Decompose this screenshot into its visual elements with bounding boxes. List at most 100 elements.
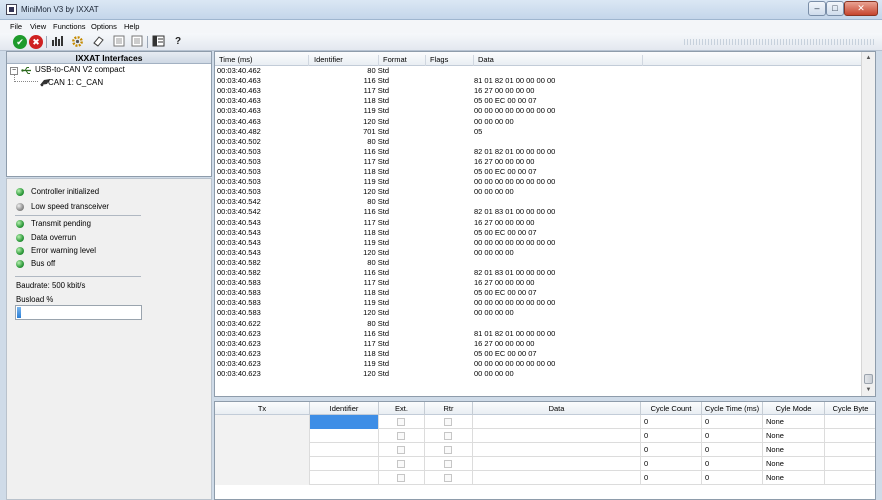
- bars-icon[interactable]: [50, 35, 64, 49]
- cell-tx[interactable]: [215, 429, 310, 443]
- cell-cycle-mode[interactable]: None: [763, 443, 825, 457]
- table-row[interactable]: 00:03:40.503 117 Std 16 27 00 00 00 00: [215, 157, 863, 167]
- table-row[interactable]: 00:03:40.583 120 Std 00 00 00 00: [215, 308, 863, 318]
- cell-tx-identifier[interactable]: [310, 443, 379, 457]
- col-cycle-count[interactable]: Cycle Count: [641, 402, 702, 415]
- scroll-up-icon[interactable]: ▲: [863, 53, 874, 64]
- table-row[interactable]: 00:03:40.542 116 Std 82 01 83 01 00 00 00 …: [215, 207, 863, 217]
- col-tx[interactable]: Tx: [215, 402, 310, 415]
- table-row[interactable]: 00:03:40.542 80 Std: [215, 197, 863, 207]
- col-identifier[interactable]: Identifier: [314, 55, 379, 66]
- cell-cycle-time[interactable]: 0: [702, 429, 763, 443]
- rtr-checkbox[interactable]: [444, 460, 452, 468]
- menu-options[interactable]: Options: [91, 22, 117, 31]
- rx-list-icon[interactable]: [130, 35, 144, 49]
- col-data[interactable]: Data: [478, 55, 643, 66]
- cell-cycle-time[interactable]: 0: [702, 457, 763, 471]
- table-row[interactable]: 0 0 None: [215, 471, 875, 485]
- tx-list-icon[interactable]: [112, 35, 126, 49]
- maximize-button[interactable]: □: [826, 1, 844, 16]
- table-row[interactable]: 00:03:40.583 118 Std 05 00 EC 00 00 07: [215, 288, 863, 298]
- cell-cycle-byte[interactable]: [825, 429, 875, 443]
- scroll-thumb[interactable]: [864, 374, 873, 384]
- menu-view[interactable]: View: [30, 22, 46, 31]
- table-row[interactable]: 00:03:40.543 119 Std 00 00 00 00 00 00 00 …: [215, 238, 863, 248]
- table-row[interactable]: 00:03:40.582 80 Std: [215, 258, 863, 268]
- cell-tx-identifier[interactable]: [310, 471, 379, 485]
- cell-tx-identifier[interactable]: [310, 429, 379, 443]
- menu-file[interactable]: File: [10, 22, 22, 31]
- table-row[interactable]: 00:03:40.503 119 Std 00 00 00 00 00 00 00 …: [215, 177, 863, 187]
- table-row[interactable]: 0 0 None: [215, 443, 875, 457]
- stop-icon[interactable]: ✖: [29, 35, 43, 49]
- table-row[interactable]: 00:03:40.503 120 Std 00 00 00 00: [215, 187, 863, 197]
- col-cycle-time[interactable]: Cycle Time (ms): [702, 402, 763, 415]
- col-cycle-byte[interactable]: Cycle Byte: [825, 402, 875, 415]
- cell-cycle-byte[interactable]: [825, 443, 875, 457]
- table-row[interactable]: 00:03:40.503 118 Std 05 00 EC 00 00 07: [215, 167, 863, 177]
- col-time[interactable]: Time (ms): [219, 55, 309, 66]
- col-cycle-mode[interactable]: Cyle Mode: [763, 402, 825, 415]
- table-row[interactable]: 00:03:40.623 118 Std 05 00 EC 00 00 07: [215, 349, 863, 359]
- table-row[interactable]: 00:03:40.623 116 Std 81 01 82 01 00 00 00 …: [215, 329, 863, 339]
- table-row[interactable]: 00:03:40.463 116 Std 81 01 82 01 00 00 00 …: [215, 76, 863, 86]
- table-row[interactable]: 00:03:40.482 701 Std 05: [215, 127, 863, 137]
- col-format[interactable]: Format: [383, 55, 426, 66]
- vertical-scrollbar[interactable]: ▲ ▼: [861, 52, 875, 396]
- check-icon[interactable]: ✔: [13, 35, 27, 49]
- cell-tx[interactable]: [215, 471, 310, 485]
- close-button[interactable]: ✕: [844, 1, 878, 16]
- gear-icon[interactable]: [70, 35, 84, 49]
- cell-tx-data[interactable]: [473, 443, 641, 457]
- cell-cycle-mode[interactable]: None: [763, 429, 825, 443]
- rtr-checkbox[interactable]: [444, 474, 452, 482]
- cell-cycle-count[interactable]: 0: [641, 415, 702, 429]
- table-row[interactable]: 00:03:40.583 117 Std 16 27 00 00 00 00: [215, 278, 863, 288]
- col-flags[interactable]: Flags: [430, 55, 474, 66]
- col-tx-data[interactable]: Data: [473, 402, 641, 415]
- table-row[interactable]: 00:03:40.623 120 Std 00 00 00 00: [215, 369, 863, 379]
- table-row[interactable]: 00:03:40.543 118 Std 05 00 EC 00 00 07: [215, 228, 863, 238]
- col-tx-identifier[interactable]: Identifier: [310, 402, 379, 415]
- rtr-checkbox[interactable]: [444, 446, 452, 454]
- cell-cycle-mode[interactable]: None: [763, 457, 825, 471]
- cell-cycle-mode[interactable]: None: [763, 471, 825, 485]
- cell-tx-identifier[interactable]: [310, 457, 379, 471]
- table-row[interactable]: 00:03:40.622 80 Std: [215, 319, 863, 329]
- help-icon[interactable]: ?: [171, 35, 185, 49]
- tree-expander[interactable]: −: [10, 67, 18, 75]
- cell-cycle-count[interactable]: 0: [641, 457, 702, 471]
- cell-tx[interactable]: [215, 415, 310, 429]
- cell-tx-data[interactable]: [473, 415, 641, 429]
- cell-tx[interactable]: [215, 443, 310, 457]
- cell-cycle-count[interactable]: 0: [641, 471, 702, 485]
- cell-cycle-count[interactable]: 0: [641, 443, 702, 457]
- minimize-button[interactable]: –: [808, 1, 826, 16]
- cell-tx-data[interactable]: [473, 471, 641, 485]
- table-row[interactable]: 00:03:40.502 80 Std: [215, 137, 863, 147]
- cell-tx-identifier[interactable]: [310, 415, 379, 429]
- cell-tx-data[interactable]: [473, 429, 641, 443]
- window-icon[interactable]: [151, 35, 165, 49]
- cell-cycle-byte[interactable]: [825, 457, 875, 471]
- tree-item-interface[interactable]: USB-to-CAN V2 compact: [35, 65, 125, 74]
- table-row[interactable]: 0 0 None: [215, 415, 875, 429]
- cell-cycle-count[interactable]: 0: [641, 429, 702, 443]
- table-row[interactable]: 00:03:40.543 120 Std 00 00 00 00: [215, 248, 863, 258]
- col-ext[interactable]: Ext.: [379, 402, 425, 415]
- cell-cycle-time[interactable]: 0: [702, 471, 763, 485]
- scroll-down-icon[interactable]: ▼: [863, 385, 874, 396]
- cell-cycle-time[interactable]: 0: [702, 443, 763, 457]
- table-row[interactable]: 00:03:40.623 117 Std 16 27 00 00 00 00: [215, 339, 863, 349]
- table-row[interactable]: 00:03:40.543 117 Std 16 27 00 00 00 00: [215, 218, 863, 228]
- table-row[interactable]: 0 0 None: [215, 457, 875, 471]
- table-row[interactable]: 00:03:40.623 119 Std 00 00 00 00 00 00 00 …: [215, 359, 863, 369]
- eraser-icon[interactable]: [91, 35, 105, 49]
- ext-checkbox[interactable]: [397, 418, 405, 426]
- table-row[interactable]: 0 0 None: [215, 429, 875, 443]
- cell-tx[interactable]: [215, 457, 310, 471]
- menu-functions[interactable]: Functions: [53, 22, 86, 31]
- table-row[interactable]: 00:03:40.582 116 Std 82 01 83 01 00 00 00 …: [215, 268, 863, 278]
- table-row[interactable]: 00:03:40.583 119 Std 00 00 00 00 00 00 00 …: [215, 298, 863, 308]
- menu-help[interactable]: Help: [124, 22, 139, 31]
